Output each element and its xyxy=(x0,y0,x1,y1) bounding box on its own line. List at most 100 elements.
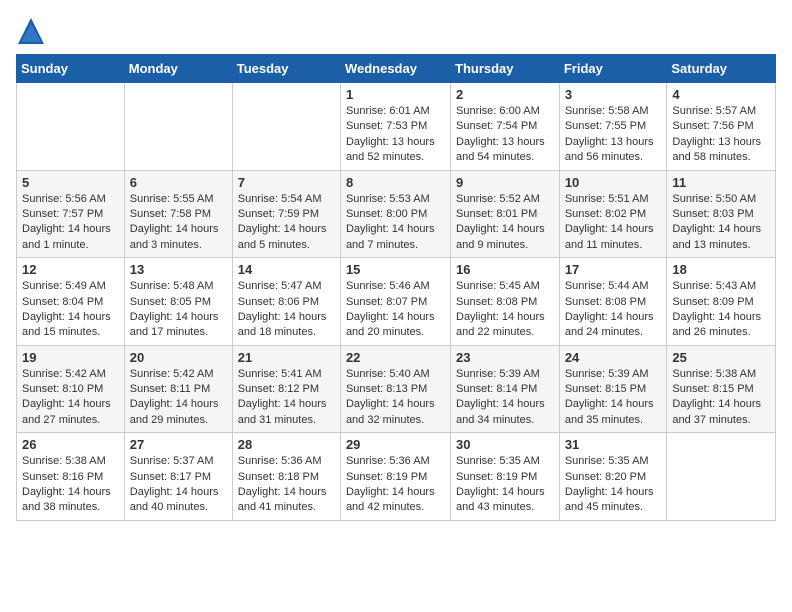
day-info: Sunrise: 5:54 AM Sunset: 7:59 PM Dayligh… xyxy=(238,192,335,254)
day-info: Sunrise: 6:00 AM Sunset: 7:54 PM Dayligh… xyxy=(456,104,554,166)
calendar-header-row: SundayMondayTuesdayWednesdayThursdayFrid… xyxy=(17,55,776,83)
day-number: 17 xyxy=(565,262,662,277)
calendar-cell: 7 Sunrise: 5:54 AM Sunset: 7:59 PM Daylig… xyxy=(232,170,340,258)
header-friday: Friday xyxy=(559,55,667,83)
calendar-cell: 30 Sunrise: 5:35 AM Sunset: 8:19 PM Dayli… xyxy=(451,433,560,521)
day-info: Sunrise: 6:01 AM Sunset: 7:53 PM Dayligh… xyxy=(346,104,445,166)
day-info: Sunrise: 5:47 AM Sunset: 8:06 PM Dayligh… xyxy=(238,279,335,341)
calendar-week-1: 1 Sunrise: 6:01 AM Sunset: 7:53 PM Daylig… xyxy=(17,83,776,171)
calendar-cell: 5 Sunrise: 5:56 AM Sunset: 7:57 PM Daylig… xyxy=(17,170,125,258)
header-sunday: Sunday xyxy=(17,55,125,83)
calendar-cell: 29Sunrise: 5:36 AM Sunset: 8:19 PM Dayli… xyxy=(340,433,450,521)
day-info: Sunrise: 5:48 AM Sunset: 8:05 PM Dayligh… xyxy=(130,279,227,341)
day-number: 27 xyxy=(130,437,227,452)
day-info: Sunrise: 5:57 AM Sunset: 7:56 PM Dayligh… xyxy=(672,104,770,166)
calendar-week-5: 26 Sunrise: 5:38 AM Sunset: 8:16 PM Dayli… xyxy=(17,433,776,521)
calendar-cell: 23 Sunrise: 5:39 AM Sunset: 8:14 PM Dayli… xyxy=(451,345,560,433)
calendar-cell: 15 Sunrise: 5:46 AM Sunset: 8:07 PM Dayli… xyxy=(340,258,450,346)
day-number: 26 xyxy=(22,437,119,452)
day-info: Sunrise: 5:35 AM Sunset: 8:19 PM Dayligh… xyxy=(456,454,554,516)
day-number: 24 xyxy=(565,350,662,365)
day-info: Sunrise: 5:39 AM Sunset: 8:15 PM Dayligh… xyxy=(565,367,662,429)
day-number: 6 xyxy=(130,175,227,190)
day-info: Sunrise: 5:56 AM Sunset: 7:57 PM Dayligh… xyxy=(22,192,119,254)
calendar-cell: 1 Sunrise: 6:01 AM Sunset: 7:53 PM Daylig… xyxy=(340,83,450,171)
day-number: 25 xyxy=(672,350,770,365)
calendar-cell: 4 Sunrise: 5:57 AM Sunset: 7:56 PM Daylig… xyxy=(667,83,776,171)
calendar-cell: 18 Sunrise: 5:43 AM Sunset: 8:09 PM Dayli… xyxy=(667,258,776,346)
day-number: 15 xyxy=(346,262,445,277)
day-info: Sunrise: 5:37 AM Sunset: 8:17 PM Dayligh… xyxy=(130,454,227,516)
day-number: 28 xyxy=(238,437,335,452)
day-info: Sunrise: 5:36 AM Sunset: 8:18 PM Dayligh… xyxy=(238,454,335,516)
day-info: Sunrise: 5:52 AM Sunset: 8:01 PM Dayligh… xyxy=(456,192,554,254)
calendar: SundayMondayTuesdayWednesdayThursdayFrid… xyxy=(16,54,776,521)
calendar-cell xyxy=(667,433,776,521)
day-number: 20 xyxy=(130,350,227,365)
calendar-cell: 22 Sunrise: 5:40 AM Sunset: 8:13 PM Dayli… xyxy=(340,345,450,433)
day-info: Sunrise: 5:55 AM Sunset: 7:58 PM Dayligh… xyxy=(130,192,227,254)
calendar-cell: 14Sunrise: 5:47 AM Sunset: 8:06 PM Dayli… xyxy=(232,258,340,346)
calendar-week-2: 5 Sunrise: 5:56 AM Sunset: 7:57 PM Daylig… xyxy=(17,170,776,258)
calendar-cell: 8 Sunrise: 5:53 AM Sunset: 8:00 PM Daylig… xyxy=(340,170,450,258)
calendar-week-4: 19 Sunrise: 5:42 AM Sunset: 8:10 PM Dayli… xyxy=(17,345,776,433)
day-number: 23 xyxy=(456,350,554,365)
day-number: 30 xyxy=(456,437,554,452)
page-header xyxy=(16,16,776,46)
day-number: 3 xyxy=(565,87,662,102)
header-tuesday: Tuesday xyxy=(232,55,340,83)
day-number: 1 xyxy=(346,87,445,102)
day-info: Sunrise: 5:40 AM Sunset: 8:13 PM Dayligh… xyxy=(346,367,445,429)
day-info: Sunrise: 5:42 AM Sunset: 8:10 PM Dayligh… xyxy=(22,367,119,429)
day-info: Sunrise: 5:36 AM Sunset: 8:19 PM Dayligh… xyxy=(346,454,445,516)
calendar-cell xyxy=(17,83,125,171)
day-info: Sunrise: 5:43 AM Sunset: 8:09 PM Dayligh… xyxy=(672,279,770,341)
day-number: 2 xyxy=(456,87,554,102)
day-info: Sunrise: 5:45 AM Sunset: 8:08 PM Dayligh… xyxy=(456,279,554,341)
day-number: 7 xyxy=(238,175,335,190)
calendar-cell: 27 Sunrise: 5:37 AM Sunset: 8:17 PM Dayli… xyxy=(124,433,232,521)
calendar-cell xyxy=(232,83,340,171)
day-info: Sunrise: 5:39 AM Sunset: 8:14 PM Dayligh… xyxy=(456,367,554,429)
day-number: 8 xyxy=(346,175,445,190)
calendar-cell: 6 Sunrise: 5:55 AM Sunset: 7:58 PM Daylig… xyxy=(124,170,232,258)
calendar-cell: 25 Sunrise: 5:38 AM Sunset: 8:15 PM Dayli… xyxy=(667,345,776,433)
calendar-cell: 12 Sunrise: 5:49 AM Sunset: 8:04 PM Dayli… xyxy=(17,258,125,346)
day-number: 22 xyxy=(346,350,445,365)
day-info: Sunrise: 5:50 AM Sunset: 8:03 PM Dayligh… xyxy=(672,192,770,254)
day-number: 18 xyxy=(672,262,770,277)
day-number: 4 xyxy=(672,87,770,102)
calendar-cell: 2 Sunrise: 6:00 AM Sunset: 7:54 PM Daylig… xyxy=(451,83,560,171)
day-number: 9 xyxy=(456,175,554,190)
logo xyxy=(16,16,50,46)
day-number: 10 xyxy=(565,175,662,190)
day-info: Sunrise: 5:53 AM Sunset: 8:00 PM Dayligh… xyxy=(346,192,445,254)
day-info: Sunrise: 5:46 AM Sunset: 8:07 PM Dayligh… xyxy=(346,279,445,341)
header-wednesday: Wednesday xyxy=(340,55,450,83)
calendar-cell xyxy=(124,83,232,171)
header-thursday: Thursday xyxy=(451,55,560,83)
day-info: Sunrise: 5:38 AM Sunset: 8:16 PM Dayligh… xyxy=(22,454,119,516)
calendar-cell: 9 Sunrise: 5:52 AM Sunset: 8:01 PM Daylig… xyxy=(451,170,560,258)
day-info: Sunrise: 5:41 AM Sunset: 8:12 PM Dayligh… xyxy=(238,367,335,429)
calendar-cell: 26 Sunrise: 5:38 AM Sunset: 8:16 PM Dayli… xyxy=(17,433,125,521)
day-info: Sunrise: 5:44 AM Sunset: 8:08 PM Dayligh… xyxy=(565,279,662,341)
day-number: 5 xyxy=(22,175,119,190)
header-saturday: Saturday xyxy=(667,55,776,83)
day-number: 21 xyxy=(238,350,335,365)
calendar-cell: 16Sunrise: 5:45 AM Sunset: 8:08 PM Dayli… xyxy=(451,258,560,346)
calendar-cell: 28 Sunrise: 5:36 AM Sunset: 8:18 PM Dayli… xyxy=(232,433,340,521)
day-info: Sunrise: 5:51 AM Sunset: 8:02 PM Dayligh… xyxy=(565,192,662,254)
calendar-cell: 20 Sunrise: 5:42 AM Sunset: 8:11 PM Dayli… xyxy=(124,345,232,433)
day-number: 13 xyxy=(130,262,227,277)
calendar-cell: 19 Sunrise: 5:42 AM Sunset: 8:10 PM Dayli… xyxy=(17,345,125,433)
day-number: 19 xyxy=(22,350,119,365)
calendar-cell: 31Sunrise: 5:35 AM Sunset: 8:20 PM Dayli… xyxy=(559,433,667,521)
day-info: Sunrise: 5:38 AM Sunset: 8:15 PM Dayligh… xyxy=(672,367,770,429)
calendar-cell: 3Sunrise: 5:58 AM Sunset: 7:55 PM Daylig… xyxy=(559,83,667,171)
calendar-cell: 24 Sunrise: 5:39 AM Sunset: 8:15 PM Dayli… xyxy=(559,345,667,433)
day-info: Sunrise: 5:42 AM Sunset: 8:11 PM Dayligh… xyxy=(130,367,227,429)
day-number: 12 xyxy=(22,262,119,277)
day-info: Sunrise: 5:49 AM Sunset: 8:04 PM Dayligh… xyxy=(22,279,119,341)
day-info: Sunrise: 5:35 AM Sunset: 8:20 PM Dayligh… xyxy=(565,454,662,516)
